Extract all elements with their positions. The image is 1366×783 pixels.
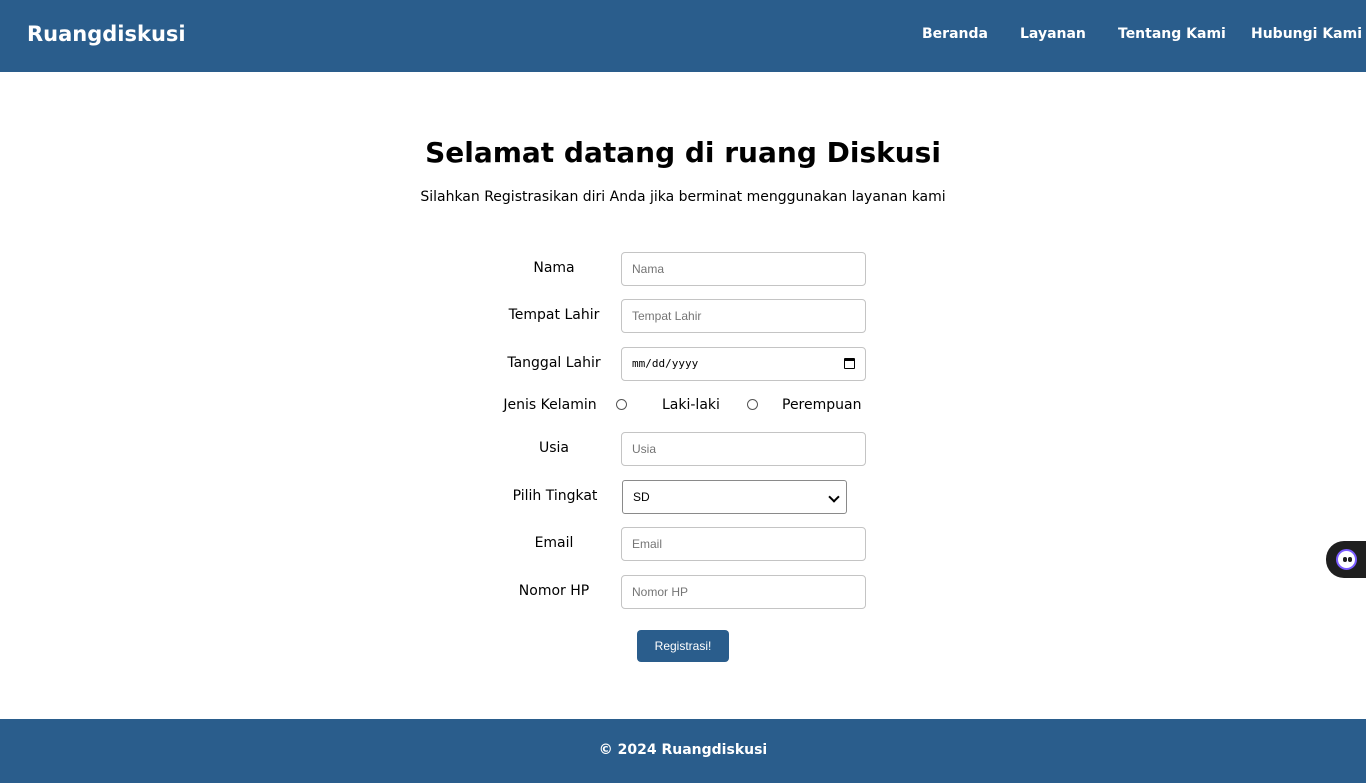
- radio-laki-laki-label[interactable]: Laki-laki: [662, 397, 720, 413]
- nav-link-beranda[interactable]: Beranda: [922, 26, 988, 42]
- usia-label: Usia: [538, 440, 569, 456]
- date-placeholder: mm/dd/yyyy: [632, 357, 699, 370]
- radio-laki-laki[interactable]: [616, 399, 627, 410]
- assistant-face-icon: [1336, 549, 1357, 570]
- pilih-tingkat-label: Pilih Tingkat: [512, 488, 598, 504]
- assistant-widget-button[interactable]: [1326, 541, 1366, 578]
- email-label: Email: [534, 535, 574, 551]
- tanggal-lahir-date-input[interactable]: mm/dd/yyyy: [621, 347, 866, 381]
- nama-label: Nama: [533, 260, 575, 276]
- email-input[interactable]: Email: [621, 527, 866, 561]
- nomor-hp-input[interactable]: Nomor HP: [621, 575, 866, 609]
- tingkat-selected-value: SD: [633, 490, 650, 504]
- calendar-icon[interactable]: [844, 358, 855, 369]
- footer-copyright: © 2024 Ruangdiskusi: [598, 742, 768, 758]
- nav-link-layanan[interactable]: Layanan: [1020, 26, 1086, 42]
- usia-input[interactable]: Usia: [621, 432, 866, 466]
- nama-input[interactable]: Nama: [621, 252, 866, 286]
- tempat-lahir-input[interactable]: Tempat Lahir: [621, 299, 866, 333]
- chevron-down-icon: [828, 491, 840, 503]
- registrasi-button[interactable]: Registrasi!: [637, 630, 729, 662]
- brand-logo-text[interactable]: Ruangdiskusi: [27, 22, 186, 46]
- nomor-hp-label: Nomor HP: [518, 583, 590, 599]
- tempat-lahir-label: Tempat Lahir: [508, 307, 600, 323]
- nav-link-tentang-kami[interactable]: Tentang Kami: [1118, 26, 1226, 42]
- tanggal-lahir-label: Tanggal Lahir: [507, 355, 601, 371]
- tingkat-select[interactable]: SD: [622, 480, 847, 514]
- page-subtitle: Silahkan Registrasikan diri Anda jika be…: [420, 189, 946, 205]
- footer: © 2024 Ruangdiskusi: [0, 719, 1366, 783]
- radio-perempuan[interactable]: [747, 399, 758, 410]
- page-title: Selamat datang di ruang Diskusi: [425, 136, 941, 169]
- navbar: Ruangdiskusi Beranda Layanan Tentang Kam…: [0, 0, 1366, 72]
- radio-perempuan-label[interactable]: Perempuan: [782, 397, 861, 413]
- jenis-kelamin-label: Jenis Kelamin: [503, 397, 597, 413]
- nav-link-hubungi-kami[interactable]: Hubungi Kami: [1251, 26, 1362, 42]
